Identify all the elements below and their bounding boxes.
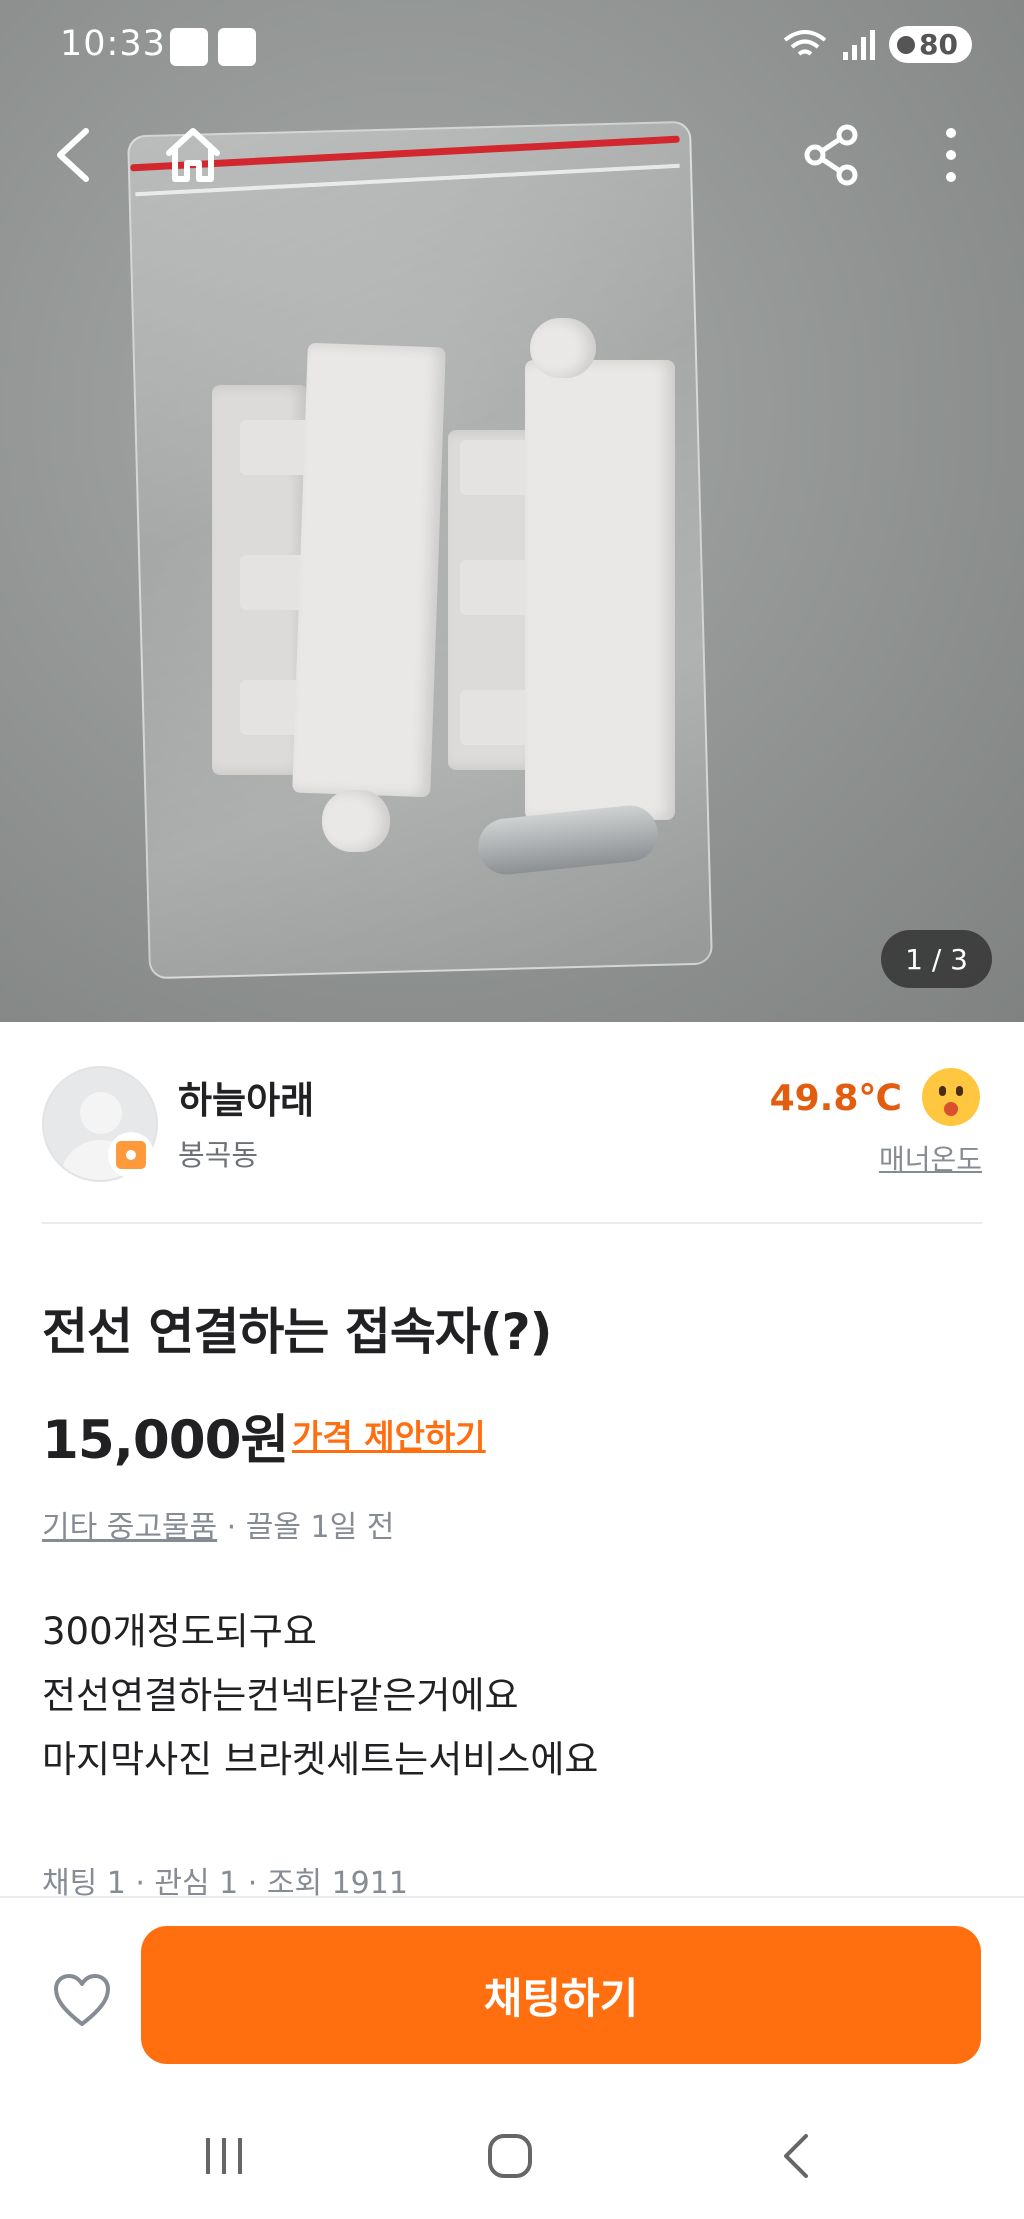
- home-button[interactable]: [148, 110, 238, 200]
- description-line: 마지막사진 브라켓세트는서비스에요: [42, 1738, 599, 1781]
- connector-part: [322, 790, 390, 852]
- connector-part: [525, 360, 675, 820]
- signal-icon: [843, 29, 876, 60]
- product-title: 전선 연결하는 접속자(?): [42, 1303, 553, 1361]
- system-home-button[interactable]: [460, 2116, 560, 2196]
- home-circle-icon: [488, 2134, 532, 2178]
- connector-part: [292, 342, 446, 798]
- wifi-icon: [783, 29, 827, 56]
- back-arrow-icon: [57, 128, 89, 182]
- product-photo[interactable]: 10:33 80 1 / 3: [0, 0, 1024, 1022]
- price-offer-link[interactable]: 가격 제안하기: [292, 1410, 486, 1458]
- temperature-face-icon: [922, 1068, 980, 1126]
- seller-name[interactable]: 하늘아래: [178, 1070, 314, 1124]
- app-icon: [218, 28, 256, 66]
- description-line: 300개정도되구요: [42, 1610, 317, 1653]
- more-options-button[interactable]: [906, 110, 996, 200]
- seller-profile[interactable]: 하늘아래 봉곡동 49.8℃ 매너온도: [42, 1064, 982, 1186]
- status-bar: 10:33 80: [0, 0, 1024, 96]
- calendar-badge-icon: [108, 1132, 154, 1178]
- seller-location: 봉곡동: [178, 1138, 259, 1172]
- recent-apps-button[interactable]: [174, 2116, 274, 2196]
- system-back-icon: [784, 2134, 808, 2178]
- connector-part: [530, 318, 596, 378]
- system-back-button[interactable]: [746, 2116, 846, 2196]
- top-navigation: [0, 110, 1024, 200]
- home-icon: [166, 128, 220, 182]
- battery-level: 80: [919, 28, 958, 61]
- status-time: 10:33: [60, 24, 166, 64]
- product-price: 15,000원: [42, 1410, 289, 1471]
- bottom-action-bar: 채팅하기: [0, 1896, 1024, 2098]
- manner-temperature: 49.8℃: [769, 1078, 902, 1119]
- chat-button[interactable]: 채팅하기: [141, 1926, 981, 2064]
- heart-icon: [54, 1974, 110, 2026]
- time-ago: · 끌올 1일 전: [217, 1510, 395, 1545]
- share-button[interactable]: [786, 110, 876, 200]
- system-navigation-bar: [0, 2096, 1024, 2219]
- category-link[interactable]: 기타 중고물품: [42, 1510, 217, 1545]
- recent-apps-icon: [206, 2138, 242, 2174]
- back-button[interactable]: [28, 110, 118, 200]
- manner-temperature-link[interactable]: 매너온도: [879, 1138, 982, 1178]
- product-meta: 기타 중고물품 · 끌올 1일 전: [42, 1502, 394, 1546]
- notification-icon: [170, 28, 208, 66]
- description-line: 전선연결하는컨넥타같은거에요: [42, 1674, 519, 1717]
- more-vertical-icon: [946, 128, 956, 182]
- share-icon: [804, 124, 858, 186]
- divider: [42, 1222, 982, 1224]
- like-button[interactable]: [46, 1964, 118, 2036]
- battery-icon: 80: [889, 26, 972, 63]
- product-description: 300개정도되구요 전선연결하는컨넥타같은거에요 마지막사진 브라켓세트는서비스…: [42, 1600, 598, 1792]
- image-pager: 1 / 3: [881, 930, 992, 988]
